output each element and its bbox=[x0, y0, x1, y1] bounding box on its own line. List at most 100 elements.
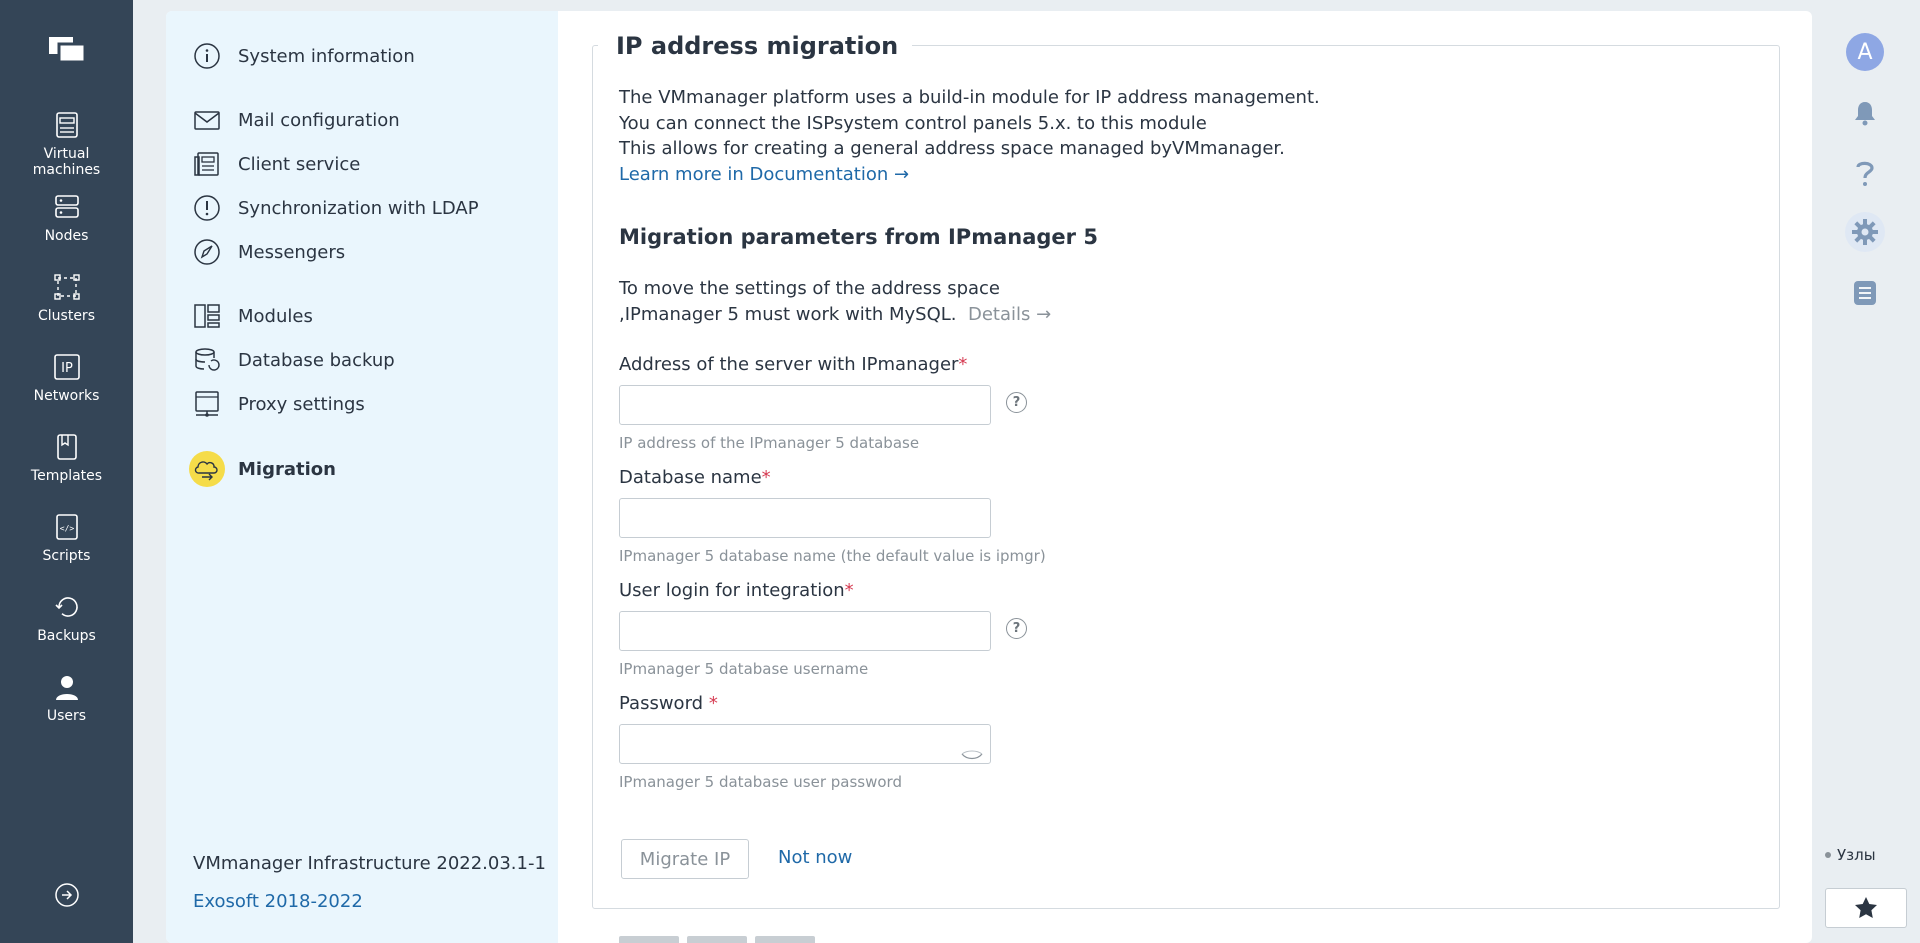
nav-label: Users bbox=[46, 708, 87, 724]
sidebar-item-system-information[interactable]: System information bbox=[192, 41, 415, 71]
login-help-icon[interactable]: ? bbox=[1006, 618, 1027, 639]
section-title: Migration parameters from IPmanager 5 bbox=[619, 225, 1098, 249]
nav-label: Clusters bbox=[38, 308, 95, 324]
sidebar-item-label: Proxy settings bbox=[238, 393, 365, 415]
move-line: ,IPmanager 5 must work with MySQL. bbox=[619, 303, 957, 325]
page-title: IP address migration bbox=[598, 31, 913, 61]
sidebar-item-label: System information bbox=[238, 45, 415, 67]
info-icon bbox=[192, 41, 222, 71]
nav-label: machines bbox=[32, 162, 101, 178]
gear-icon[interactable] bbox=[1845, 212, 1885, 252]
sidebar-item-migration[interactable]: Migration bbox=[189, 451, 336, 487]
address-label: Address of the server with IPmanager* bbox=[619, 354, 967, 375]
nav-label: Nodes bbox=[44, 228, 89, 244]
script-icon: </> bbox=[52, 512, 82, 542]
field-label-text: User login for integration bbox=[619, 580, 845, 601]
sidebar-item-label: Messengers bbox=[238, 241, 346, 263]
sidebar-item-label: Migration bbox=[238, 458, 336, 480]
ip-icon: IP bbox=[52, 352, 82, 382]
list-icon[interactable] bbox=[1850, 278, 1880, 308]
sidebar-item-label: Mail configuration bbox=[238, 109, 400, 131]
sidebar-item-ldap-sync[interactable]: Synchronization with LDAP bbox=[192, 193, 479, 223]
backup-icon bbox=[52, 592, 82, 622]
sidebar-item-modules[interactable]: Modules bbox=[192, 301, 313, 331]
user-icon bbox=[52, 672, 82, 702]
migrate-ip-button[interactable]: Migrate IP bbox=[621, 839, 749, 879]
app-logo-icon[interactable] bbox=[47, 34, 87, 66]
star-icon bbox=[1855, 897, 1877, 918]
sidebar-item-label: Database backup bbox=[238, 349, 395, 371]
field-label-text: Password bbox=[619, 693, 709, 714]
login-label: User login for integration* bbox=[619, 580, 854, 601]
mail-icon bbox=[192, 105, 222, 135]
nav-item-clusters[interactable]: Clusters bbox=[0, 272, 133, 324]
modules-icon bbox=[192, 301, 222, 331]
nav-label: Networks bbox=[33, 388, 100, 404]
nav-item-virtual-machines[interactable]: Virtual machines bbox=[0, 110, 133, 178]
sidebar-item-label: Synchronization with LDAP bbox=[238, 197, 479, 219]
intro-line: This allows for creating a general addre… bbox=[619, 138, 1285, 159]
password-input[interactable] bbox=[619, 724, 991, 764]
required-marker: * bbox=[844, 580, 854, 601]
nav-item-scripts[interactable]: </> Scripts bbox=[0, 512, 133, 564]
clusters-icon bbox=[52, 272, 82, 302]
favorites-button[interactable] bbox=[1825, 888, 1907, 928]
sidebar-item-mail-configuration[interactable]: Mail configuration bbox=[192, 105, 400, 135]
address-help-icon[interactable]: ? bbox=[1006, 392, 1027, 413]
pinned-nodes-link[interactable]: Узлы bbox=[1825, 846, 1876, 864]
dbname-input[interactable] bbox=[619, 498, 991, 538]
right-toolbar bbox=[1812, 0, 1920, 943]
sidebar-item-client-service[interactable]: Client service bbox=[192, 149, 360, 179]
warning-icon bbox=[192, 193, 222, 223]
intro-line: You can connect the ISPsystem control pa… bbox=[619, 112, 1207, 134]
nav-item-templates[interactable]: Templates bbox=[0, 432, 133, 484]
avatar[interactable]: A bbox=[1846, 33, 1884, 71]
move-line: To move the settings of the address spac… bbox=[619, 278, 1001, 299]
settings-card: System information Mail configuration Cl… bbox=[166, 11, 1812, 943]
settings-sidebar: System information Mail configuration Cl… bbox=[166, 11, 558, 943]
hide-password-icon[interactable] bbox=[961, 748, 983, 762]
nav-label: Virtual bbox=[43, 146, 90, 162]
migration-icon bbox=[189, 451, 225, 487]
nav-item-nodes[interactable]: Nodes bbox=[0, 192, 133, 244]
login-input[interactable] bbox=[619, 611, 991, 651]
database-icon bbox=[192, 345, 222, 375]
nav-item-users[interactable]: Users bbox=[0, 672, 133, 724]
sidebar-item-label: Client service bbox=[238, 153, 361, 175]
intro-line: The VMmanager platform uses a build-in m… bbox=[619, 87, 1320, 108]
move-settings-text: To move the settings of the address spac… bbox=[619, 276, 1051, 327]
nav-item-backups[interactable]: Backups bbox=[0, 592, 133, 644]
nodes-icon bbox=[52, 192, 82, 222]
dbname-hint: IPmanager 5 database name (the default v… bbox=[619, 547, 1046, 565]
script-icon-text: </> bbox=[59, 524, 74, 533]
not-now-button[interactable]: Not now bbox=[778, 847, 852, 868]
bell-icon[interactable] bbox=[1850, 98, 1880, 128]
sidebar-item-proxy-settings[interactable]: Proxy settings bbox=[192, 389, 365, 419]
nav-item-networks[interactable]: IP Networks bbox=[0, 352, 133, 404]
required-marker: * bbox=[958, 354, 968, 375]
bullet-icon bbox=[1825, 852, 1831, 858]
template-icon bbox=[52, 432, 82, 462]
login-hint: IPmanager 5 database username bbox=[619, 660, 869, 678]
sidebar-item-label: Modules bbox=[238, 305, 313, 327]
sidebar-item-messengers[interactable]: Messengers bbox=[192, 237, 345, 267]
next-section-peek bbox=[619, 931, 919, 943]
virtual-machine-icon bbox=[52, 110, 82, 140]
address-input[interactable] bbox=[619, 385, 991, 425]
product-version: VMmanager Infrastructure 2022.03.1-1 bbox=[193, 853, 546, 874]
client-service-icon bbox=[192, 149, 222, 179]
sidebar-item-database-backup[interactable]: Database backup bbox=[192, 345, 395, 375]
help-icon[interactable] bbox=[1850, 158, 1880, 188]
learn-more-link[interactable]: Learn more in Documentation → bbox=[619, 162, 1320, 188]
intro-text: The VMmanager platform uses a build-in m… bbox=[619, 85, 1320, 187]
details-link[interactable]: Details → bbox=[968, 304, 1051, 325]
required-marker: * bbox=[761, 467, 771, 488]
collapse-nav-icon[interactable] bbox=[54, 882, 80, 908]
nav-label: Scripts bbox=[42, 548, 91, 564]
copyright-link[interactable]: Exosoft 2018-2022 bbox=[193, 891, 363, 912]
proxy-icon bbox=[192, 389, 222, 419]
ip-icon-text: IP bbox=[61, 361, 73, 376]
required-marker: * bbox=[708, 693, 718, 714]
pinned-label: Узлы bbox=[1837, 846, 1876, 864]
field-label-text: Address of the server with IPmanager bbox=[619, 354, 959, 375]
